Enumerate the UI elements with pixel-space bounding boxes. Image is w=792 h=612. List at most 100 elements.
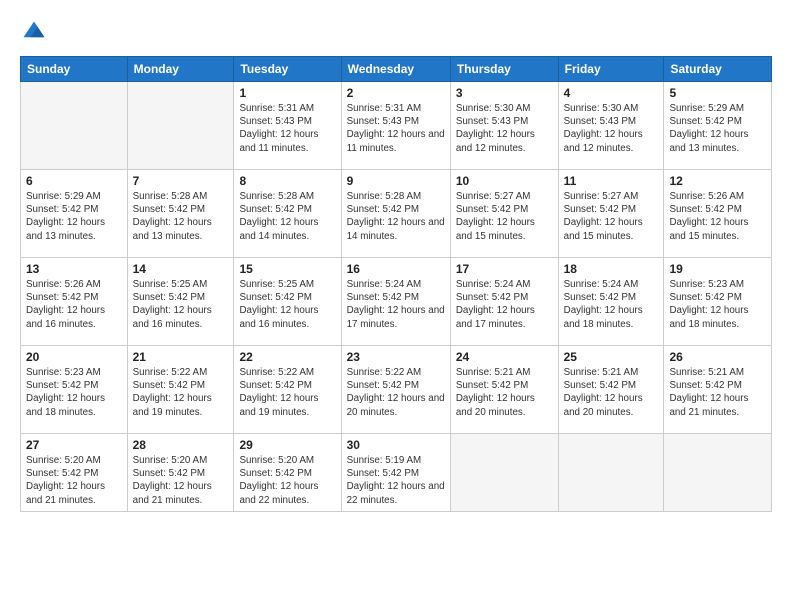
day-number: 14 (133, 262, 229, 276)
day-number: 7 (133, 174, 229, 188)
day-info: Sunrise: 5:20 AMSunset: 5:42 PMDaylight:… (239, 454, 335, 507)
day-info: Sunrise: 5:24 AMSunset: 5:42 PMDaylight:… (456, 278, 553, 331)
day-number: 25 (564, 350, 659, 364)
calendar-cell: 3Sunrise: 5:30 AMSunset: 5:43 PMDaylight… (450, 82, 558, 170)
calendar-cell: 1Sunrise: 5:31 AMSunset: 5:43 PMDaylight… (234, 82, 341, 170)
day-info: Sunrise: 5:20 AMSunset: 5:42 PMDaylight:… (133, 454, 229, 507)
calendar-cell: 28 Sunrise: 5:20 AMSunset: 5:42 PMDayligh… (127, 434, 234, 512)
day-number: 3 (456, 86, 553, 100)
day-info: Sunrise: 5:28 AMSunset: 5:42 PMDaylight:… (133, 190, 229, 243)
day-info: Sunrise: 5:23 AMSunset: 5:42 PMDaylight:… (26, 366, 122, 419)
day-number: 24 (456, 350, 553, 364)
calendar-cell: 7 Sunrise: 5:28 AMSunset: 5:42 PMDaylight… (127, 170, 234, 258)
calendar-cell: 21 Sunrise: 5:22 AMSunset: 5:42 PMDayligh… (127, 346, 234, 434)
calendar-cell: 16 Sunrise: 5:24 AMSunset: 5:42 PMDayligh… (341, 258, 450, 346)
day-info: Sunrise: 5:26 AMSunset: 5:42 PMDaylight:… (26, 278, 122, 331)
weekday-header: Wednesday (341, 57, 450, 82)
day-info: Sunrise: 5:27 AMSunset: 5:42 PMDaylight:… (456, 190, 553, 243)
weekday-header: Monday (127, 57, 234, 82)
day-info: Sunrise: 5:24 AMSunset: 5:42 PMDaylight:… (347, 278, 445, 331)
calendar-cell: 14 Sunrise: 5:25 AMSunset: 5:42 PMDayligh… (127, 258, 234, 346)
day-number: 4 (564, 86, 659, 100)
calendar-week-row: 6 Sunrise: 5:29 AMSunset: 5:42 PMDaylight… (21, 170, 772, 258)
calendar-cell: 27 Sunrise: 5:20 AMSunset: 5:42 PMDayligh… (21, 434, 128, 512)
calendar-cell (21, 82, 128, 170)
day-info: Sunrise: 5:22 AMSunset: 5:42 PMDaylight:… (239, 366, 335, 419)
day-number: 6 (26, 174, 122, 188)
header (20, 18, 772, 46)
calendar-cell: 4 Sunrise: 5:30 AMSunset: 5:43 PMDaylight… (558, 82, 664, 170)
calendar-cell: 5 Sunrise: 5:29 AMSunset: 5:42 PMDaylight… (664, 82, 772, 170)
weekday-header-row: SundayMondayTuesdayWednesdayThursdayFrid… (21, 57, 772, 82)
calendar-cell (127, 82, 234, 170)
calendar-cell: 6 Sunrise: 5:29 AMSunset: 5:42 PMDaylight… (21, 170, 128, 258)
day-number: 2 (347, 86, 445, 100)
day-info: Sunrise: 5:28 AMSunset: 5:42 PMDaylight:… (239, 190, 335, 243)
day-number: 30 (347, 438, 445, 452)
weekday-header: Thursday (450, 57, 558, 82)
day-info: Sunrise: 5:22 AMSunset: 5:42 PMDaylight:… (347, 366, 445, 419)
day-info: Sunrise: 5:31 AMSunset: 5:43 PMDaylight:… (239, 102, 335, 155)
weekday-header: Saturday (664, 57, 772, 82)
day-number: 21 (133, 350, 229, 364)
calendar-cell: 11Sunrise: 5:27 AMSunset: 5:42 PMDayligh… (558, 170, 664, 258)
calendar-cell: 20Sunrise: 5:23 AMSunset: 5:42 PMDayligh… (21, 346, 128, 434)
day-info: Sunrise: 5:31 AMSunset: 5:43 PMDaylight:… (347, 102, 445, 155)
day-number: 13 (26, 262, 122, 276)
calendar-cell: 22 Sunrise: 5:22 AMSunset: 5:42 PMDayligh… (234, 346, 341, 434)
day-number: 9 (347, 174, 445, 188)
day-info: Sunrise: 5:26 AMSunset: 5:42 PMDaylight:… (669, 190, 766, 243)
day-number: 15 (239, 262, 335, 276)
calendar-cell: 29Sunrise: 5:20 AMSunset: 5:42 PMDayligh… (234, 434, 341, 512)
calendar-cell: 10 Sunrise: 5:27 AMSunset: 5:42 PMDayligh… (450, 170, 558, 258)
calendar-cell: 12 Sunrise: 5:26 AMSunset: 5:42 PMDayligh… (664, 170, 772, 258)
day-info: Sunrise: 5:29 AMSunset: 5:42 PMDaylight:… (669, 102, 766, 155)
day-number: 17 (456, 262, 553, 276)
day-number: 12 (669, 174, 766, 188)
calendar-cell (450, 434, 558, 512)
day-info: Sunrise: 5:27 AMSunset: 5:42 PMDaylight:… (564, 190, 659, 243)
day-info: Sunrise: 5:20 AMSunset: 5:42 PMDaylight:… (26, 454, 122, 507)
weekday-header: Sunday (21, 57, 128, 82)
day-info: Sunrise: 5:21 AMSunset: 5:42 PMDaylight:… (669, 366, 766, 419)
logo-icon (20, 18, 48, 46)
calendar-cell: 24 Sunrise: 5:21 AMSunset: 5:42 PMDayligh… (450, 346, 558, 434)
calendar-table: SundayMondayTuesdayWednesdayThursdayFrid… (20, 56, 772, 512)
day-info: Sunrise: 5:30 AMSunset: 5:43 PMDaylight:… (564, 102, 659, 155)
day-number: 26 (669, 350, 766, 364)
day-number: 10 (456, 174, 553, 188)
calendar-cell: 30Sunrise: 5:19 AMSunset: 5:42 PMDayligh… (341, 434, 450, 512)
day-number: 19 (669, 262, 766, 276)
day-number: 16 (347, 262, 445, 276)
calendar-cell: 13 Sunrise: 5:26 AMSunset: 5:42 PMDayligh… (21, 258, 128, 346)
calendar-week-row: 20Sunrise: 5:23 AMSunset: 5:42 PMDayligh… (21, 346, 772, 434)
calendar-week-row: 27 Sunrise: 5:20 AMSunset: 5:42 PMDayligh… (21, 434, 772, 512)
day-number: 8 (239, 174, 335, 188)
day-number: 22 (239, 350, 335, 364)
day-info: Sunrise: 5:21 AMSunset: 5:42 PMDaylight:… (564, 366, 659, 419)
day-info: Sunrise: 5:25 AMSunset: 5:42 PMDaylight:… (239, 278, 335, 331)
calendar-week-row: 1Sunrise: 5:31 AMSunset: 5:43 PMDaylight… (21, 82, 772, 170)
calendar-cell: 15 Sunrise: 5:25 AMSunset: 5:42 PMDayligh… (234, 258, 341, 346)
calendar-cell: 17 Sunrise: 5:24 AMSunset: 5:42 PMDayligh… (450, 258, 558, 346)
day-info: Sunrise: 5:29 AMSunset: 5:42 PMDaylight:… (26, 190, 122, 243)
day-number: 23 (347, 350, 445, 364)
calendar-cell: 25 Sunrise: 5:21 AMSunset: 5:42 PMDayligh… (558, 346, 664, 434)
day-info: Sunrise: 5:23 AMSunset: 5:42 PMDaylight:… (669, 278, 766, 331)
day-info: Sunrise: 5:22 AMSunset: 5:42 PMDaylight:… (133, 366, 229, 419)
page: SundayMondayTuesdayWednesdayThursdayFrid… (0, 0, 792, 612)
calendar-cell: 2 Sunrise: 5:31 AMSunset: 5:43 PMDaylight… (341, 82, 450, 170)
day-info: Sunrise: 5:25 AMSunset: 5:42 PMDaylight:… (133, 278, 229, 331)
day-info: Sunrise: 5:28 AMSunset: 5:42 PMDaylight:… (347, 190, 445, 243)
day-info: Sunrise: 5:21 AMSunset: 5:42 PMDaylight:… (456, 366, 553, 419)
calendar-cell: 26 Sunrise: 5:21 AMSunset: 5:42 PMDayligh… (664, 346, 772, 434)
calendar-cell: 8 Sunrise: 5:28 AMSunset: 5:42 PMDaylight… (234, 170, 341, 258)
calendar-cell (558, 434, 664, 512)
day-number: 27 (26, 438, 122, 452)
day-number: 5 (669, 86, 766, 100)
day-number: 28 (133, 438, 229, 452)
calendar-cell: 19 Sunrise: 5:23 AMSunset: 5:42 PMDayligh… (664, 258, 772, 346)
weekday-header: Tuesday (234, 57, 341, 82)
calendar-cell: 23 Sunrise: 5:22 AMSunset: 5:42 PMDayligh… (341, 346, 450, 434)
day-info: Sunrise: 5:24 AMSunset: 5:42 PMDaylight:… (564, 278, 659, 331)
